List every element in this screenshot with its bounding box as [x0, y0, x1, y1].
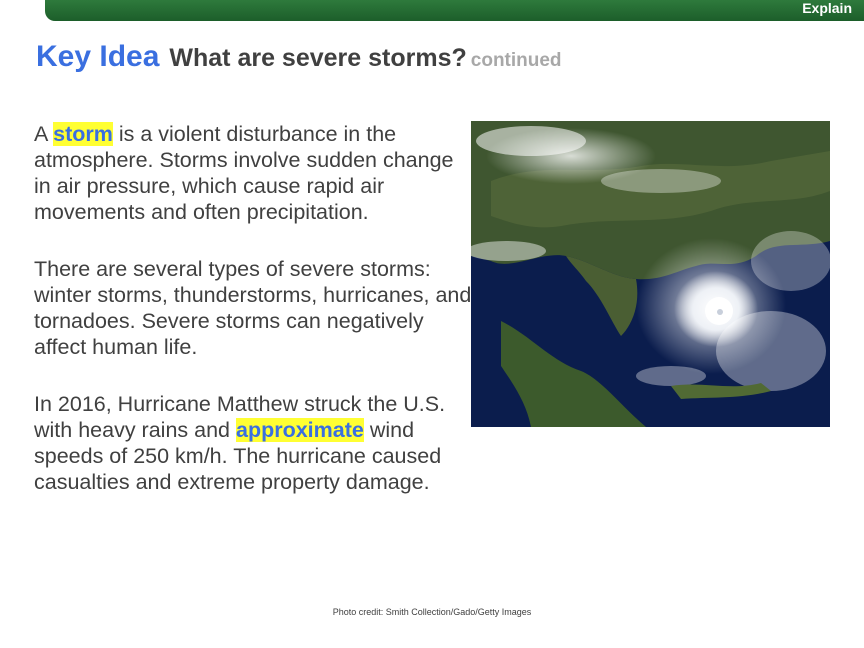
p1-pre: A	[34, 122, 54, 146]
paragraph-hurricane-matthew: In 2016, Hurricane Matthew struck the U.…	[34, 391, 474, 495]
photo-credit: Photo credit: Smith Collection/Gado/Gett…	[332, 607, 532, 617]
key-idea-label: Key Idea	[36, 40, 160, 73]
highlight-approximate: approximate	[235, 418, 364, 442]
hurricane-satellite-image	[471, 121, 830, 427]
section-label: Explain	[802, 0, 852, 16]
paragraph-storm-definition: A storm is a violent disturbance in the …	[34, 121, 474, 225]
header-bar: Explain	[45, 0, 864, 21]
paragraph-storm-types: There are several types of severe storms…	[34, 257, 472, 359]
highlight-storm: storm	[53, 122, 113, 146]
title-question: What are severe storms?	[169, 44, 467, 72]
continued-label: continued	[470, 50, 562, 71]
body-text: A storm is a violent disturbance in the …	[34, 121, 474, 526]
satellite-image-illustration	[471, 121, 830, 427]
slide-title: Key Idea What are severe storms? continued	[36, 40, 562, 74]
